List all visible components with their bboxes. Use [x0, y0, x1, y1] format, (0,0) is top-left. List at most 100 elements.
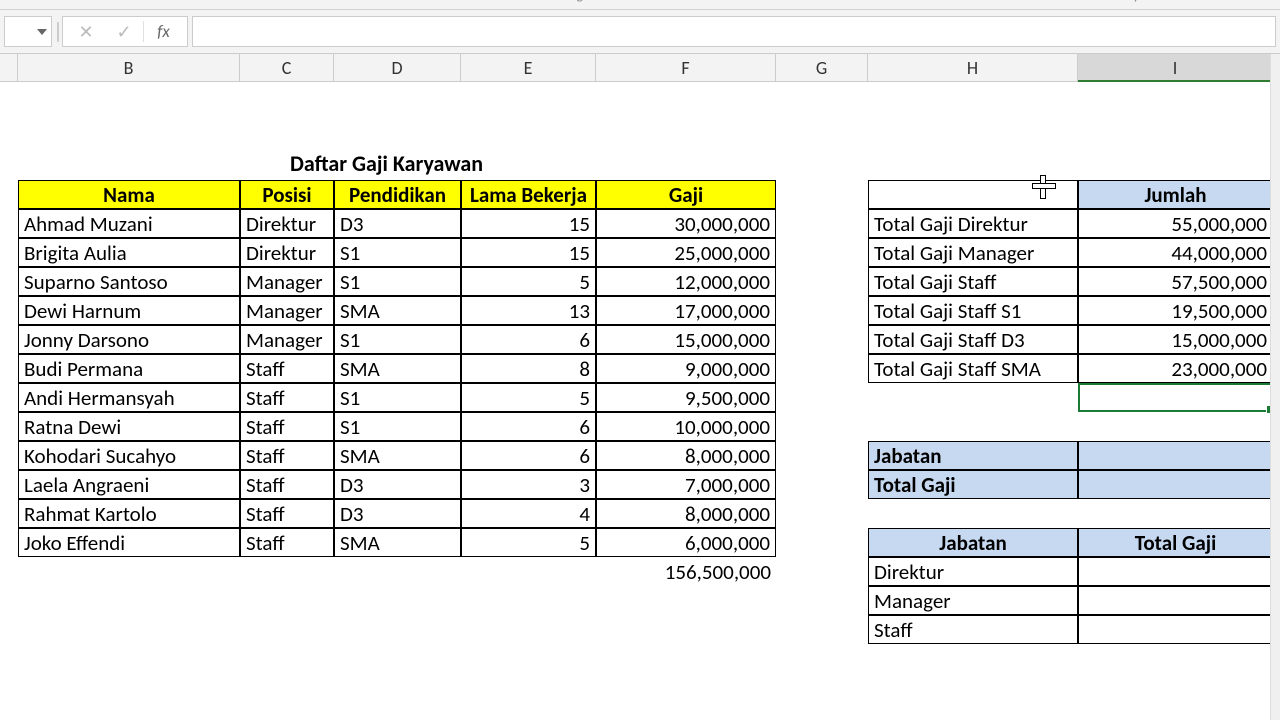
cell[interactable]: Budi Permana: [18, 354, 240, 383]
cell[interactable]: Direktur: [868, 557, 1078, 586]
cell[interactable]: Kohodari Sucahyo: [18, 441, 240, 470]
cell[interactable]: D3: [334, 499, 461, 528]
cell[interactable]: SMA: [334, 296, 461, 325]
cell[interactable]: 8,000,000: [596, 441, 776, 470]
cell[interactable]: Staff: [240, 383, 334, 412]
cell[interactable]: 3: [461, 470, 596, 499]
cell[interactable]: [1078, 557, 1273, 586]
col-header-E[interactable]: E: [461, 54, 596, 81]
cell[interactable]: 44,000,000: [1078, 238, 1273, 267]
cell[interactable]: 12,000,000: [596, 267, 776, 296]
formula-input[interactable]: [192, 16, 1276, 47]
cell[interactable]: [1078, 586, 1273, 615]
cancel-button[interactable]: ✕: [67, 21, 105, 43]
hdr-gaji[interactable]: Gaji: [596, 180, 776, 209]
cell[interactable]: 5: [461, 528, 596, 557]
cell[interactable]: Ratna Dewi: [18, 412, 240, 441]
cell[interactable]: 4: [461, 499, 596, 528]
pivot-h-jabatan-val[interactable]: [1078, 441, 1273, 470]
spreadsheet-area[interactable]: B C D E F G H I Daftar Gaji Karyawan Nam…: [0, 54, 1280, 720]
cell[interactable]: 6: [461, 325, 596, 354]
cell[interactable]: 55,000,000: [1078, 209, 1273, 238]
col-header-F[interactable]: F: [596, 54, 776, 81]
fx-icon[interactable]: fx: [143, 21, 183, 42]
cell[interactable]: 10,000,000: [596, 412, 776, 441]
col-header-I[interactable]: I: [1078, 54, 1273, 81]
cell[interactable]: D3: [334, 470, 461, 499]
cell[interactable]: Manager: [240, 296, 334, 325]
pv-hdr-total[interactable]: Total Gaji: [1078, 528, 1273, 557]
col-header-A[interactable]: [0, 54, 18, 81]
cell[interactable]: 6,000,000: [596, 528, 776, 557]
cell[interactable]: 9,500,000: [596, 383, 776, 412]
cell[interactable]: 9,000,000: [596, 354, 776, 383]
cell[interactable]: Total Gaji Staff S1: [868, 296, 1078, 325]
cell[interactable]: S1: [334, 383, 461, 412]
cell[interactable]: S1: [334, 325, 461, 354]
col-header-H[interactable]: H: [868, 54, 1078, 81]
cell[interactable]: Rahmat Kartolo: [18, 499, 240, 528]
cell[interactable]: 15,000,000: [596, 325, 776, 354]
cell[interactable]: 6: [461, 441, 596, 470]
enter-button[interactable]: ✓: [105, 21, 143, 43]
cell[interactable]: Total Gaji Staff: [868, 267, 1078, 296]
cell[interactable]: Manager: [868, 586, 1078, 615]
cell[interactable]: 8: [461, 354, 596, 383]
cell[interactable]: 15,000,000: [1078, 325, 1273, 354]
cell[interactable]: 23,000,000: [1078, 354, 1273, 383]
cell[interactable]: 30,000,000: [596, 209, 776, 238]
cell[interactable]: Ahmad Muzani: [18, 209, 240, 238]
cell[interactable]: S1: [334, 267, 461, 296]
hdr-posisi[interactable]: Posisi: [240, 180, 334, 209]
cell[interactable]: 7,000,000: [596, 470, 776, 499]
cell[interactable]: Laela Angraeni: [18, 470, 240, 499]
sum-hdr-jumlah[interactable]: Jumlah: [1078, 180, 1273, 209]
cell[interactable]: 6: [461, 412, 596, 441]
cell[interactable]: Staff: [240, 499, 334, 528]
cell[interactable]: Staff: [240, 528, 334, 557]
cell[interactable]: 25,000,000: [596, 238, 776, 267]
cell[interactable]: Staff: [240, 470, 334, 499]
pv-hdr-jabatan[interactable]: Jabatan: [868, 528, 1078, 557]
cell[interactable]: 15: [461, 238, 596, 267]
cell[interactable]: S1: [334, 412, 461, 441]
cell[interactable]: Total Gaji Staff D3: [868, 325, 1078, 354]
cell[interactable]: 17,000,000: [596, 296, 776, 325]
pivot-h-totalgaji-val[interactable]: [1078, 470, 1273, 499]
cell[interactable]: D3: [334, 209, 461, 238]
vertical-scrollbar[interactable]: [1270, 54, 1280, 720]
cell[interactable]: 15: [461, 209, 596, 238]
cell[interactable]: Manager: [240, 267, 334, 296]
total-gaji[interactable]: 156,500,000: [596, 557, 776, 586]
cell[interactable]: Manager: [240, 325, 334, 354]
cell[interactable]: 5: [461, 383, 596, 412]
sum-hdr-blank[interactable]: [868, 180, 1078, 209]
cell[interactable]: SMA: [334, 354, 461, 383]
cell[interactable]: Staff: [240, 412, 334, 441]
name-box[interactable]: [4, 16, 52, 47]
cell[interactable]: Staff: [868, 615, 1078, 644]
cell[interactable]: 57,500,000: [1078, 267, 1273, 296]
cell[interactable]: Staff: [240, 441, 334, 470]
hdr-lama[interactable]: Lama Bekerja: [461, 180, 596, 209]
cell[interactable]: Total Gaji Staff SMA: [868, 354, 1078, 383]
cell[interactable]: 19,500,000: [1078, 296, 1273, 325]
pivot-h-totalgaji[interactable]: Total Gaji: [868, 470, 1078, 499]
cell[interactable]: Total Gaji Manager: [868, 238, 1078, 267]
cell[interactable]: 13: [461, 296, 596, 325]
cell[interactable]: Joko Effendi: [18, 528, 240, 557]
cell[interactable]: Brigita Aulia: [18, 238, 240, 267]
hdr-pendidikan[interactable]: Pendidikan: [334, 180, 461, 209]
col-header-D[interactable]: D: [334, 54, 461, 81]
cell[interactable]: Direktur: [240, 238, 334, 267]
cell[interactable]: 5: [461, 267, 596, 296]
cell[interactable]: Suparno Santoso: [18, 267, 240, 296]
pivot-h-jabatan[interactable]: Jabatan: [868, 441, 1078, 470]
cell[interactable]: Jonny Darsono: [18, 325, 240, 354]
cell[interactable]: Direktur: [240, 209, 334, 238]
col-header-B[interactable]: B: [18, 54, 240, 81]
cell[interactable]: [1078, 615, 1273, 644]
cell[interactable]: SMA: [334, 441, 461, 470]
cell[interactable]: Dewi Harnum: [18, 296, 240, 325]
cell[interactable]: Andi Hermansyah: [18, 383, 240, 412]
